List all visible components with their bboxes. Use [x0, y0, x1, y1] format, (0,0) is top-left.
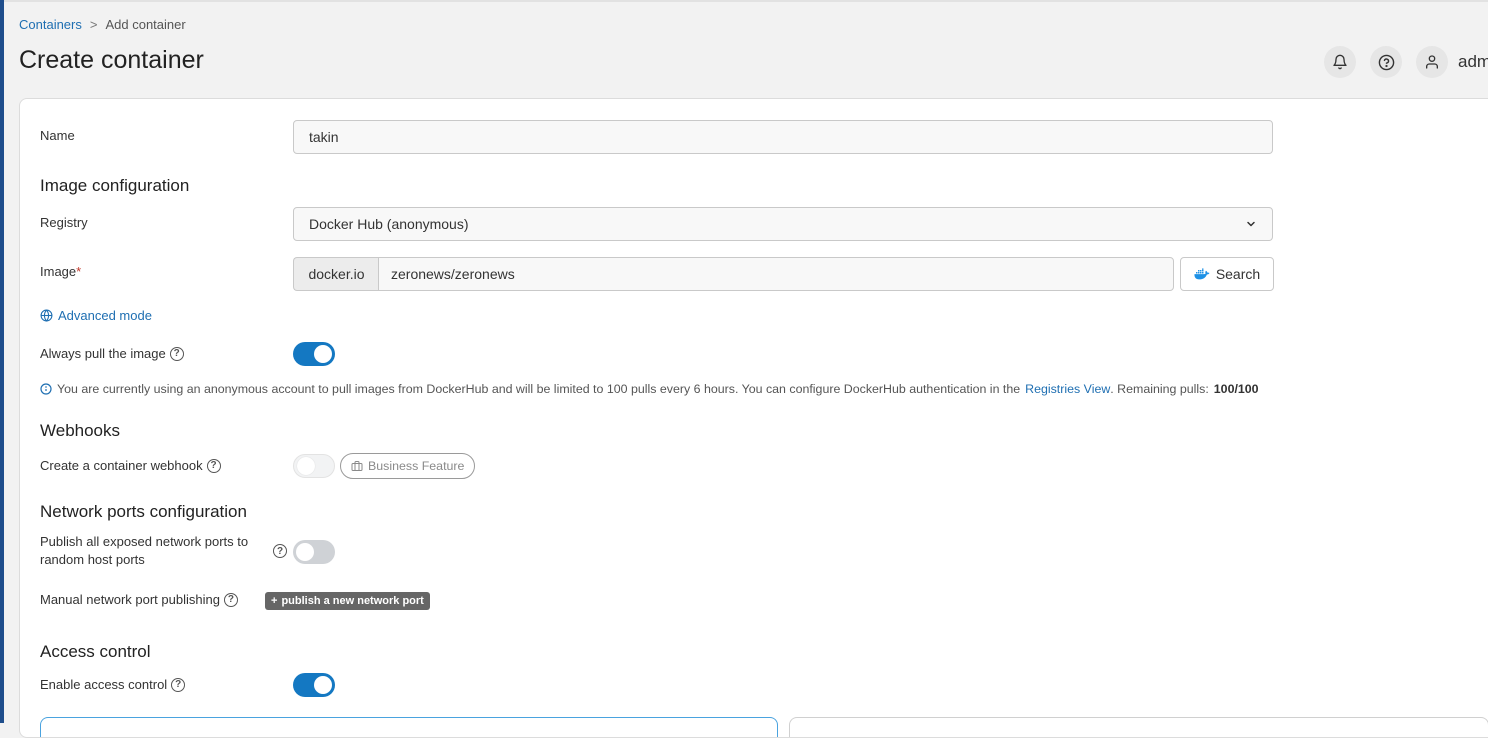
- publish-all-toggle[interactable]: [293, 540, 335, 564]
- enable-access-toggle[interactable]: [293, 673, 335, 697]
- webhook-label: Create a container webhook ?: [40, 458, 221, 473]
- plus-icon: +: [271, 595, 278, 607]
- webhooks-heading: Webhooks: [40, 421, 121, 440]
- help-icon[interactable]: ?: [223, 592, 238, 607]
- help-icon[interactable]: ?: [171, 677, 186, 692]
- remaining-pulls: 100/100: [1213, 382, 1259, 396]
- chevron-down-icon: [1247, 221, 1255, 227]
- image-input[interactable]: [378, 257, 1174, 291]
- sidebar-edge: [0, 0, 4, 723]
- enable-access-text: Enable access control: [40, 677, 168, 692]
- webhook-toggle: [293, 454, 335, 478]
- publish-all-label: Publish all exposed network ports to ran…: [40, 534, 249, 567]
- search-button-label: Search: [1215, 266, 1261, 282]
- user-menu-button[interactable]: [1416, 46, 1448, 78]
- image-label: Image *: [40, 264, 81, 279]
- username[interactable]: adm: [1458, 52, 1488, 72]
- manual-publish-text: Manual network port publishing: [40, 592, 220, 607]
- registries-view-link[interactable]: Registries View: [1025, 382, 1110, 396]
- name-input[interactable]: [293, 120, 1273, 154]
- always-pull-text: Always pull the image: [40, 346, 166, 361]
- access-control-heading: Access control: [40, 642, 151, 661]
- help-icon[interactable]: ?: [169, 346, 184, 361]
- bell-icon: [1333, 54, 1347, 70]
- registry-select[interactable]: Docker Hub (anonymous): [293, 207, 1273, 241]
- help-button[interactable]: [1370, 46, 1402, 78]
- publish-new-port-button[interactable]: + publish a new network port: [265, 592, 430, 610]
- always-pull-toggle[interactable]: [293, 342, 335, 366]
- create-container-form: Name Image configuration Registry Docker…: [19, 98, 1488, 738]
- docker-icon: [1194, 268, 1210, 280]
- image-search-button[interactable]: Search: [1180, 257, 1274, 291]
- help-circle-icon: [1378, 54, 1394, 70]
- required-mark: *: [76, 264, 82, 279]
- advanced-mode-link[interactable]: Advanced mode: [40, 308, 152, 323]
- dockerhub-limit-info: You are currently using an anonymous acc…: [40, 382, 1259, 396]
- publish-new-port-label: publish a new network port: [281, 595, 424, 607]
- access-option-restricted[interactable]: [789, 717, 1488, 737]
- briefcase-icon: [351, 461, 363, 471]
- registry-selected-value: Docker Hub (anonymous): [309, 216, 469, 232]
- always-pull-label: Always pull the image ?: [40, 346, 184, 361]
- globe-icon: [40, 309, 53, 322]
- manual-publish-label: Manual network port publishing ?: [40, 592, 238, 607]
- registry-label: Registry: [40, 215, 88, 230]
- advanced-mode-label: Advanced mode: [58, 308, 152, 323]
- header-actions: adm: [1324, 46, 1488, 78]
- name-label: Name: [40, 128, 75, 143]
- info-circle-icon: [40, 383, 52, 395]
- info-text: You are currently using an anonymous acc…: [57, 382, 1021, 396]
- page-title: Create container: [19, 46, 204, 74]
- breadcrumb-separator: >: [89, 17, 98, 32]
- image-registry-prefix: docker.io: [293, 257, 379, 291]
- enable-access-label: Enable access control ?: [40, 677, 186, 692]
- help-icon[interactable]: ?: [206, 458, 221, 473]
- image-label-text: Image: [40, 264, 77, 279]
- info-text-after: . Remaining pulls:: [1110, 382, 1209, 396]
- business-feature-badge: Business Feature: [340, 453, 476, 479]
- top-divider: [4, 0, 1488, 2]
- breadcrumb: Containers > Add container: [19, 17, 186, 32]
- webhook-label-text: Create a container webhook: [40, 458, 203, 473]
- access-option-administrators[interactable]: [40, 717, 778, 737]
- user-icon: [1426, 55, 1438, 69]
- breadcrumb-containers-link[interactable]: Containers: [19, 17, 82, 32]
- business-feature-label: Business Feature: [368, 459, 465, 473]
- notifications-button[interactable]: [1324, 46, 1356, 78]
- network-ports-heading: Network ports configuration: [40, 502, 247, 521]
- help-icon[interactable]: ?: [273, 544, 287, 558]
- breadcrumb-current: Add container: [105, 17, 186, 32]
- image-configuration-heading: Image configuration: [40, 176, 190, 195]
